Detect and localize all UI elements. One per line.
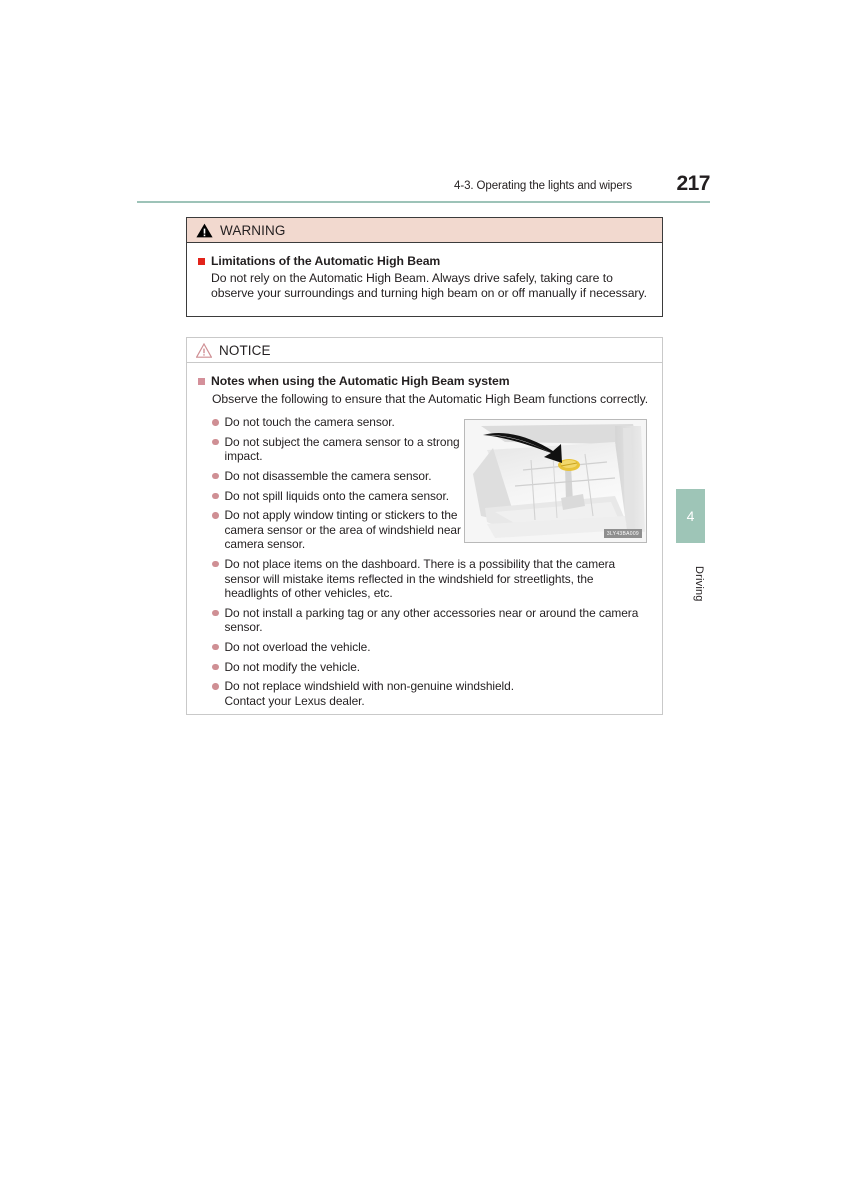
list-item-text: Do not apply window tinting or stickers …	[224, 508, 481, 552]
dot-bullet-icon	[212, 492, 219, 500]
list-item: Do not install a parking tag or any othe…	[212, 606, 650, 635]
header-divider-rule	[137, 201, 710, 203]
list-item-text: Do not disassemble the camera sensor.	[224, 468, 432, 483]
warning-callout-box: WARNING Limitations of the Automatic Hig…	[186, 217, 663, 317]
list-item: Do not overload the vehicle.	[212, 640, 650, 655]
warning-label: WARNING	[220, 222, 286, 238]
page-number: 217	[676, 172, 710, 195]
warning-triangle-solid-icon	[196, 223, 213, 238]
illustration-svg	[465, 420, 646, 542]
list-item-text: Do not place items on the dashboard. The…	[224, 556, 616, 601]
warning-heading-row: Limitations of the Automatic High Beam	[198, 254, 650, 269]
notice-triangle-outline-icon	[196, 342, 212, 358]
list-item: Do not place items on the dashboard. The…	[212, 557, 650, 601]
notice-paragraph: Observe the following to ensure that the…	[212, 392, 649, 406]
notice-header-bar: NOTICE	[187, 338, 662, 363]
chapter-label: Driving	[693, 566, 705, 602]
page-header: 4-3. Operating the lights and wipers 217	[137, 172, 710, 206]
list-item-text: Do not touch the camera sensor.	[224, 415, 395, 430]
warning-heading: Limitations of the Automatic High Beam	[211, 254, 441, 268]
dot-bullet-icon	[212, 419, 219, 426]
list-item-text: Do not modify the vehicle.	[224, 659, 361, 674]
header-section-title: 4-3. Operating the lights and wipers	[454, 180, 632, 192]
list-item: Do not modify the vehicle.	[212, 660, 650, 675]
dot-bullet-icon	[212, 438, 219, 446]
dot-bullet-icon	[212, 472, 219, 480]
list-item: Do not replace windshield with non-genui…	[212, 679, 650, 708]
dot-bullet-icon	[212, 643, 219, 651]
pink-square-bullet-icon	[198, 378, 205, 385]
list-item-text: Do not subject the camera sensor to a st…	[224, 434, 460, 464]
notice-heading-row: Notes when using the Automatic High Beam…	[198, 374, 650, 389]
dot-bullet-icon	[212, 512, 219, 519]
warning-paragraph: Do not rely on the Automatic High Beam. …	[211, 271, 647, 301]
windshield-camera-sensor-illustration: 3LY43BA009	[464, 419, 647, 543]
notice-heading: Notes when using the Automatic High Beam…	[211, 374, 510, 388]
warning-header-bar: WARNING	[187, 218, 662, 243]
notice-label: NOTICE	[219, 342, 271, 358]
list-item-text: Do not install a parking tag or any othe…	[224, 605, 639, 635]
chapter-thumb-tab[interactable]: 4	[676, 489, 705, 543]
dot-bullet-icon	[212, 560, 219, 568]
red-square-bullet-icon	[198, 258, 205, 265]
figure-code-label: 3LY43BA009	[603, 529, 642, 538]
list-item-text: Do not replace windshield with non-genui…	[224, 679, 515, 708]
dot-bullet-icon	[212, 663, 219, 671]
warning-body: Limitations of the Automatic High Beam D…	[187, 243, 662, 301]
list-item-text: Do not spill liquids onto the camera sen…	[224, 488, 450, 503]
list-item-text: Do not overload the vehicle.	[224, 639, 371, 654]
dot-bullet-icon	[212, 683, 219, 690]
chapter-number: 4	[686, 508, 695, 524]
dot-bullet-icon	[212, 609, 219, 617]
